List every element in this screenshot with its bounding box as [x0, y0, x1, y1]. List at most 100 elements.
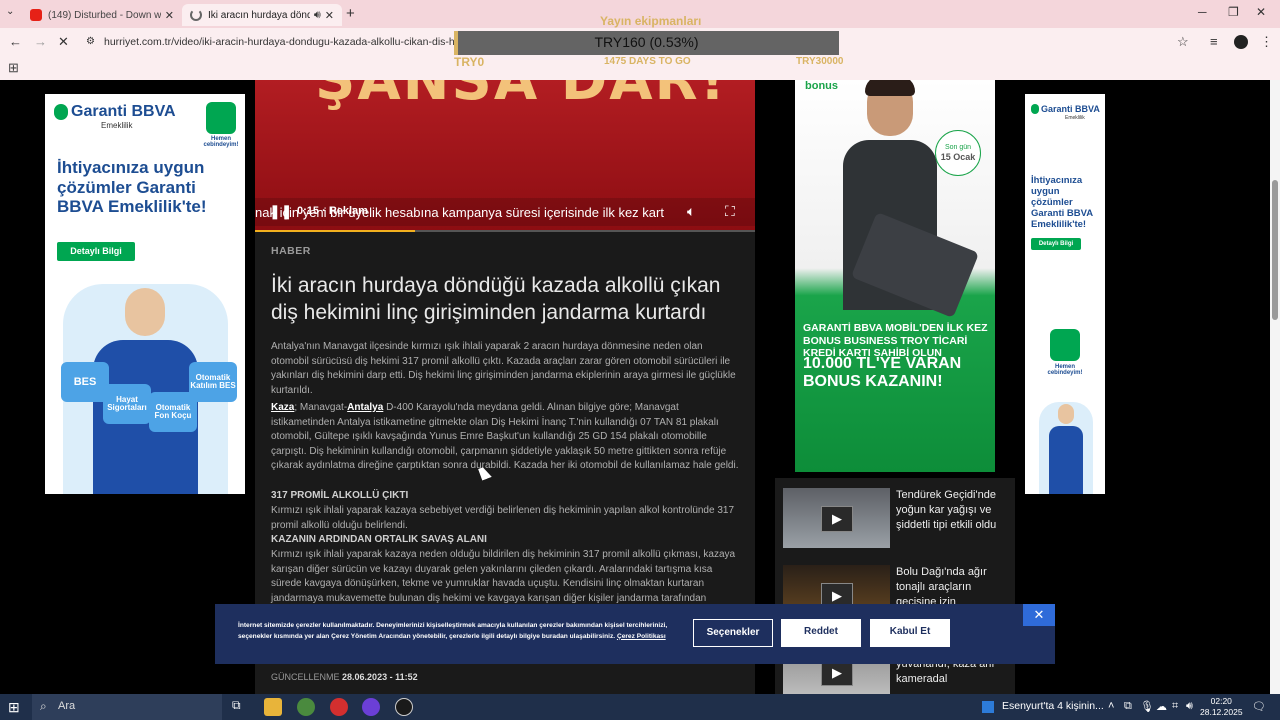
ad-detail-button[interactable]: Detaylı Bilgi — [1031, 238, 1081, 250]
article-subheading-2: KAZANIN ARDINDAN ORTALIK SAVAŞ ALANI — [271, 534, 487, 545]
clock-date: 28.12.2025 — [1200, 707, 1243, 718]
tab-youtube[interactable]: (149) Disturbed - Down with th ✕ — [22, 4, 182, 26]
chrome-icon[interactable] — [297, 698, 315, 716]
antalya-link[interactable]: Antalya — [347, 402, 383, 413]
article-paragraph-3: Kırmızı ışık ihlali yaparak kazaya sebeb… — [271, 505, 735, 531]
garanti-ad-left[interactable]: Garanti BBVA Emeklilik Hemen cebindeyim!… — [45, 94, 245, 494]
volume-icon[interactable]: 🔈︎ — [687, 203, 695, 220]
ad-right-headline: 10.000 TL'YE VARAN BONUS KAZANIN! — [803, 355, 962, 390]
ad-badge-text: Hemen cebindeyim! — [203, 136, 239, 148]
minimize-icon[interactable]: ─ — [1198, 5, 1207, 19]
apps-grid-icon[interactable]: ⊞ — [8, 60, 19, 76]
site-info-icon[interactable]: ⚙ — [86, 36, 95, 47]
close-tab-icon[interactable]: ✕ — [325, 9, 334, 22]
page-content: Garanti BBVA Emeklilik Hemen cebindeyim!… — [0, 80, 1270, 694]
article-paragraph-1: Antalya'nın Manavgat ilçesinde kırmızı ı… — [271, 341, 736, 396]
equipment-days-label: 1475 DAYS TO GO — [604, 56, 691, 67]
task-view-icon[interactable]: ⧉ — [232, 698, 250, 716]
search-icon: ⌕ — [40, 699, 47, 713]
stop-loading-icon[interactable]: ✕ — [58, 34, 69, 50]
equipment-progress-value: TRY160 (0.53%) — [594, 34, 699, 50]
close-window-icon[interactable]: ✕ — [1256, 5, 1266, 19]
clover-logo-icon — [54, 104, 68, 120]
cookie-policy-link[interactable]: Çerez Politikası — [617, 633, 666, 640]
related-title: Bolu Dağı'nda ağır tonajlı araçların geç… — [896, 566, 987, 608]
article: ŞANSA DAR! nak için yeni bir üyelik hesa… — [255, 80, 755, 694]
related-title: Tendürek Geçidi'nde yoğun kar yağışı ve … — [896, 489, 997, 531]
menu-kebab-icon[interactable]: ⋮ — [1260, 34, 1273, 50]
man-hair — [865, 80, 915, 96]
play-icon[interactable]: ▶ — [821, 506, 853, 532]
loading-icon — [190, 9, 202, 21]
fullscreen-icon[interactable]: ⛶ — [725, 203, 735, 220]
article-paragraph-2: Kaza; Manavgat-Antalya D-400 Karayolu'nd… — [271, 401, 739, 474]
discord-icon[interactable] — [362, 698, 380, 716]
person-head — [1058, 404, 1074, 424]
p2-text: ; Manavgat- — [294, 402, 348, 413]
speaker-icon[interactable]: 🔊︎ — [314, 9, 321, 22]
obs-icon[interactable] — [395, 698, 413, 716]
garanti-ad-right[interactable]: Garanti BBVA Emeklilik İhtiyacınıza uygu… — [1025, 94, 1105, 494]
url-text: hurriyet.com.tr/video/iki-aracin-hurdaya… — [104, 36, 486, 48]
article-paragraph-4: Kırmızı ışık ihlali yaparak kazaya neden… — [271, 549, 736, 604]
taskbar-search-label: Ara — [58, 700, 76, 712]
video-time: 0:15 · Reklam — [297, 205, 368, 217]
profile-avatar[interactable] — [1234, 35, 1248, 49]
restore-icon[interactable]: ❐ — [1228, 5, 1239, 19]
mic-icon[interactable]: 🎙︎ — [1140, 700, 1154, 713]
bookmark-star-icon[interactable]: ☆ — [1177, 34, 1189, 50]
tray-app-icon[interactable]: ⧉ — [1124, 700, 1132, 713]
ad-sub: Emeklilik — [101, 121, 133, 130]
ad-headline: İhtiyacınıza uygun çözümler Garanti BBVA… — [1031, 175, 1093, 230]
cloud-icon[interactable]: ☁ — [1156, 700, 1167, 713]
news-ticker[interactable]: Esenyurt'ta 4 kişinin... — [1002, 700, 1104, 712]
article-category: HABER — [271, 245, 311, 257]
tab-hurriyet[interactable]: İki aracın hurdaya döndüğ 🔊︎ ✕ — [182, 4, 342, 26]
scrollbar-thumb[interactable] — [1272, 180, 1278, 320]
clover-badge-icon — [1050, 329, 1080, 361]
equipment-goal-title: Yayın ekipmanları — [600, 14, 702, 28]
video-controls: nak için yeni bir üyelik hesabına kampan… — [255, 198, 755, 226]
close-icon[interactable]: ✕ — [1023, 604, 1055, 626]
new-tab-button[interactable]: + — [346, 5, 355, 22]
volume-tray-icon[interactable]: 🔊︎ — [1186, 700, 1193, 713]
opera-icon[interactable] — [330, 698, 348, 716]
back-arrow-icon[interactable]: ← — [9, 34, 22, 49]
taskbar-clock[interactable]: 02:20 28.12.2025 — [1200, 696, 1243, 719]
tab-search-chevron-icon[interactable]: ⌄ — [6, 6, 14, 17]
ad-person-image — [1039, 402, 1093, 494]
related-item[interactable]: ▶ Tendürek Geçidi'nde yoğun kar yağışı v… — [783, 488, 1008, 548]
ad-brand: Garanti BBVA — [71, 103, 176, 120]
close-tab-icon[interactable]: ✕ — [165, 9, 174, 22]
media-controls-icon[interactable]: ≡ — [1210, 34, 1218, 49]
taskbar-search[interactable]: ⌕ Ara — [32, 694, 222, 720]
pause-icon[interactable]: ❚❚ — [269, 203, 292, 220]
puzzle-bes: BES — [61, 362, 109, 402]
cookie-reject-button[interactable]: Reddet — [781, 619, 861, 647]
windows-taskbar: ⊞ ⌕ Ara ⧉ Esenyurt'ta 4 kişinin... ˄ ⧉ 🎙… — [0, 694, 1280, 720]
ad-headline: İhtiyacınıza uygun çözümler Garanti BBVA… — [57, 158, 207, 217]
bonus-ad[interactable]: bonus Son gün 15 Ocak GARANTİ BBVA MOBİL'… — [795, 80, 995, 472]
cookie-options-button[interactable]: Seçenekler — [693, 619, 773, 647]
forward-arrow-icon[interactable]: → — [34, 34, 47, 49]
ad-detail-button[interactable]: Detaylı Bilgi — [57, 242, 135, 261]
page-scrollbar[interactable] — [1270, 80, 1280, 694]
article-title: İki aracın hurdaya döndüğü kazada alkoll… — [271, 274, 721, 325]
file-explorer-icon[interactable] — [264, 698, 282, 716]
article-subheading-1: 317 PROMİL ALKOLLÜ ÇIKTI — [271, 490, 409, 501]
cookie-accept-button[interactable]: Kabul Et — [870, 619, 950, 647]
news-icon[interactable] — [982, 701, 994, 713]
windows-start-icon[interactable]: ⊞ — [8, 699, 20, 716]
network-icon[interactable]: ⌗ — [1172, 700, 1178, 713]
kaza-link[interactable]: Kaza — [271, 402, 294, 413]
clover-logo-icon — [1031, 104, 1039, 114]
bonus-logo: bonus — [805, 80, 838, 92]
youtube-icon — [30, 9, 42, 21]
video-player[interactable]: ŞANSA DAR! nak için yeni bir üyelik hesa… — [255, 80, 755, 232]
equipment-progress-bar: TRY160 (0.53%) — [454, 31, 839, 55]
person-body — [1049, 426, 1083, 494]
tray-expand-icon[interactable]: ˄ — [1108, 700, 1114, 712]
article-updated: GÜNCELLENME 28.06.2023 - 11:52 — [271, 672, 418, 682]
notification-center-icon[interactable]: 🗨︎ — [1252, 700, 1266, 713]
video-progress-bar[interactable] — [255, 230, 755, 232]
